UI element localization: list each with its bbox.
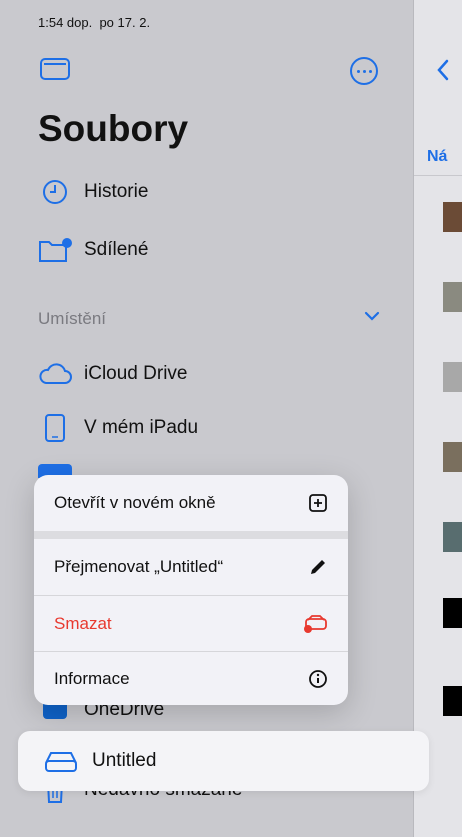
detail-pane: Ná [413, 0, 462, 837]
menu-item-info[interactable]: Informace [34, 652, 348, 705]
eject-drive-icon [304, 615, 327, 633]
section-header-locations[interactable]: Umístění [38, 309, 106, 329]
clock-icon [38, 178, 72, 206]
status-time: 1:54 dop. [38, 15, 93, 30]
sidebar-item-on-my-ipad[interactable]: V mém iPadu [38, 414, 198, 442]
new-window-icon [309, 494, 327, 512]
sidebar-item-label: iCloud Drive [84, 363, 188, 384]
detail-tab-label[interactable]: Ná [427, 148, 447, 166]
menu-item-label: Přejmenovat „Untitled“ [54, 557, 224, 576]
shared-folder-icon [38, 236, 72, 264]
menu-item-open-new-window[interactable]: Otevřít v novém okně [34, 475, 348, 531]
chevron-down-icon[interactable] [363, 309, 381, 323]
back-chevron-icon[interactable] [435, 58, 451, 82]
sidebar-item-untitled-selected[interactable]: Untitled [18, 731, 429, 791]
sidebar-item-history[interactable]: Historie [38, 178, 148, 206]
file-thumbnail[interactable] [443, 522, 462, 552]
menu-item-rename[interactable]: Přejmenovat „Untitled“ [34, 539, 348, 595]
file-thumbnail[interactable] [443, 686, 462, 716]
sidebar-item-shared[interactable]: Sdílené [38, 236, 148, 264]
divider [414, 175, 462, 176]
ipad-icon [38, 414, 72, 442]
more-options-icon[interactable] [350, 57, 378, 85]
file-thumbnail[interactable] [443, 442, 462, 472]
page-title: Soubory [38, 108, 189, 149]
sidebar: 1:54 dop. po 17. 2. Soubory Historie Sdí… [0, 0, 413, 837]
pencil-icon [311, 560, 325, 574]
sidebar-item-label: Historie [84, 181, 149, 202]
menu-group-separator [34, 531, 348, 539]
info-icon [309, 669, 327, 688]
file-thumbnail[interactable] [443, 202, 462, 232]
sidebar-item-label: V mém iPadu [84, 417, 199, 438]
file-thumbnail[interactable] [443, 282, 462, 312]
menu-item-delete[interactable]: Smazat [34, 596, 348, 652]
menu-item-label: Smazat [54, 614, 112, 633]
context-menu: Otevřít v novém okně Přejmenovat „Untitl… [34, 475, 348, 705]
cloud-icon [38, 360, 72, 388]
sidebar-item-label: Untitled [92, 750, 157, 771]
sidebar-item-icloud-drive[interactable]: iCloud Drive [38, 360, 187, 388]
sidebar-item-label: Sdílené [84, 239, 149, 260]
sidebar-toggle-icon[interactable] [40, 58, 70, 80]
status-bar: 1:54 dop. po 17. 2. [38, 15, 150, 30]
menu-item-label: Otevřít v novém okně [54, 493, 216, 512]
menu-item-label: Informace [54, 668, 130, 688]
drive-icon [44, 747, 78, 775]
status-date: po 17. 2. [99, 15, 151, 30]
file-thumbnail[interactable] [443, 362, 462, 392]
file-thumbnail[interactable] [443, 598, 462, 628]
